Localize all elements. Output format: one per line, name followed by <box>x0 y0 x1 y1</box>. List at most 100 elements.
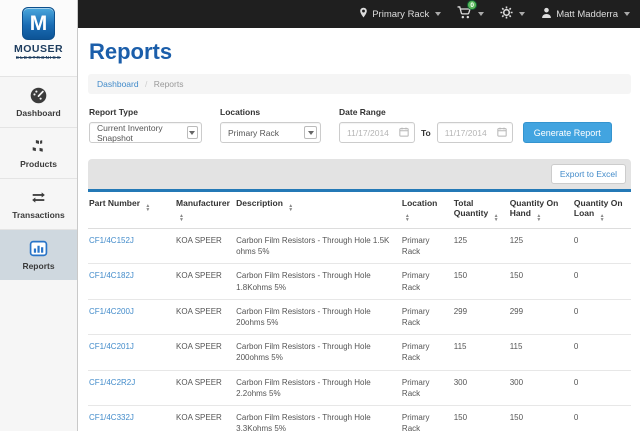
cell-quantity-on-loan: 0 <box>573 335 631 370</box>
user-menu[interactable]: Matt Madderra <box>541 7 630 22</box>
cell-manufacturer: KOA SPEER <box>175 264 235 299</box>
column-header-label: Location <box>402 198 437 208</box>
table-row: CF1/4C2R2JKOA SPEERCarbon Film Resistors… <box>88 370 631 405</box>
column-header[interactable]: Part Number ▲▼ <box>88 192 175 229</box>
chevron-down-icon <box>187 126 198 139</box>
settings-dropdown[interactable] <box>500 6 525 22</box>
part-number-link[interactable]: CF1/4C201J <box>89 342 134 351</box>
location-dropdown[interactable]: Primary Rack <box>359 7 441 22</box>
cell-manufacturer: KOA SPEER <box>175 405 235 431</box>
sort-icon[interactable]: ▲▼ <box>405 214 410 222</box>
cell-description: Carbon Film Resistors - Through Hole 20o… <box>235 299 401 334</box>
sort-icon[interactable]: ▲▼ <box>536 214 541 222</box>
date-range-to-label: To <box>421 128 431 138</box>
export-to-excel-button[interactable]: Export to Excel <box>551 164 626 184</box>
cell-part-number: CF1/4C152J <box>88 229 175 264</box>
column-header[interactable]: Quantity On Hand ▲▼ <box>509 192 573 229</box>
part-number-link[interactable]: CF1/4C332J <box>89 413 134 422</box>
column-header[interactable]: Manufacturer ▲▼ <box>175 192 235 229</box>
sidebar-nav: Dashboard Products <box>0 76 77 280</box>
cell-manufacturer: KOA SPEER <box>175 335 235 370</box>
location-pin-icon <box>359 7 368 22</box>
cell-quantity-on-hand: 300 <box>509 370 573 405</box>
table-row: CF1/4C200JKOA SPEERCarbon Film Resistors… <box>88 299 631 334</box>
part-number-link[interactable]: CF1/4C2R2J <box>89 378 135 387</box>
sidebar-item-products[interactable]: Products <box>0 127 77 178</box>
generate-report-button[interactable]: Generate Report <box>523 122 612 143</box>
location-label: Primary Rack <box>372 9 429 20</box>
sort-icon[interactable]: ▲▼ <box>179 214 184 222</box>
main-content: Reports Dashboard / Reports Report Type … <box>79 28 640 431</box>
report-results-panel: Export to Excel Part Number ▲▼Manufactur… <box>88 159 631 431</box>
column-header[interactable]: Location ▲▼ <box>401 192 453 229</box>
cell-location: Primary Rack <box>401 264 453 299</box>
sort-icon[interactable]: ▲▼ <box>494 214 499 222</box>
cell-quantity-on-loan: 0 <box>573 299 631 334</box>
locations-group: Locations Primary Rack <box>220 107 321 143</box>
mouser-logo[interactable]: M MOUSER ELECTRONICS <box>0 0 77 76</box>
date-from-input[interactable]: 11/17/2014 <box>339 122 415 143</box>
column-header-label: Part Number <box>89 198 140 208</box>
table-row: CF1/4C152JKOA SPEERCarbon Film Resistors… <box>88 229 631 264</box>
calendar-icon <box>399 127 409 139</box>
cart-dropdown[interactable]: 0 <box>457 6 484 22</box>
breadcrumb: Dashboard / Reports <box>88 74 631 94</box>
sidebar-item-transactions[interactable]: Transactions <box>0 178 77 229</box>
cart-count-badge: 0 <box>467 0 477 10</box>
sort-icon[interactable]: ▲▼ <box>145 204 150 212</box>
table-row: CF1/4C182J KOA SPEERCarbon Film Resistors… <box>88 264 631 299</box>
table-row: CF1/4C332JKOA SPEERCarbon Film Resistors… <box>88 405 631 431</box>
chevron-down-icon <box>304 126 317 139</box>
column-header-label: Manufacturer <box>176 198 230 208</box>
date-to-input[interactable]: 11/17/2014 <box>437 122 513 143</box>
cell-location: Primary Rack <box>401 370 453 405</box>
chevron-down-icon <box>435 12 441 16</box>
sidebar-item-label: Products <box>0 159 77 169</box>
cell-manufacturer: KOA SPEER <box>175 229 235 264</box>
gear-icon <box>500 6 513 22</box>
sort-icon[interactable]: ▲▼ <box>288 204 293 212</box>
cell-quantity-on-hand: 115 <box>509 335 573 370</box>
column-header-label: Quantity On Loan <box>574 198 623 218</box>
date-from-value: 11/17/2014 <box>347 128 389 138</box>
cell-description: Carbon Film Resistors - Through Hole 1.8… <box>235 264 401 299</box>
part-number-link[interactable]: CF1/4C152J <box>89 236 134 245</box>
part-number-link[interactable]: CF1/4C182J <box>89 271 134 280</box>
breadcrumb-dashboard-link[interactable]: Dashboard <box>97 79 139 89</box>
chevron-down-icon <box>624 12 630 16</box>
column-header[interactable]: Description ▲▼ <box>235 192 401 229</box>
column-header[interactable]: Total Quantity ▲▼ <box>453 192 509 229</box>
sidebar-item-dashboard[interactable]: Dashboard <box>0 76 77 127</box>
sort-icon[interactable]: ▲▼ <box>600 214 605 222</box>
cell-part-number: CF1/4C2R2J <box>88 370 175 405</box>
bar-chart-icon <box>0 239 77 259</box>
transfer-arrows-icon <box>0 188 77 208</box>
cell-quantity-on-loan: 0 <box>573 405 631 431</box>
date-to-value: 11/17/2014 <box>445 128 487 138</box>
report-type-select[interactable]: Current Inventory Snapshot <box>89 122 202 143</box>
cell-part-number: CF1/4C332J <box>88 405 175 431</box>
mouser-logo-mark: M <box>22 7 55 40</box>
sidebar-item-reports[interactable]: Reports <box>0 229 77 280</box>
cell-total-quantity: 300 <box>453 370 509 405</box>
cell-total-quantity: 125 <box>453 229 509 264</box>
column-header[interactable]: Quantity On Loan ▲▼ <box>573 192 631 229</box>
cell-quantity-on-hand: 125 <box>509 229 573 264</box>
cell-manufacturer: KOA SPEER <box>175 370 235 405</box>
cell-part-number: CF1/4C201J <box>88 335 175 370</box>
date-range-label: Date Range <box>339 107 612 117</box>
locations-value: Primary Rack <box>228 128 279 138</box>
topbar: Primary Rack 0 <box>78 0 640 28</box>
cell-total-quantity: 299 <box>453 299 509 334</box>
breadcrumb-separator: / <box>145 79 147 89</box>
breadcrumb-current: Reports <box>154 79 184 89</box>
table-row: CF1/4C201JKOA SPEERCarbon Film Resistors… <box>88 335 631 370</box>
table-body: CF1/4C152JKOA SPEERCarbon Film Resistors… <box>88 229 631 431</box>
chevron-down-icon <box>519 12 525 16</box>
part-number-link[interactable]: CF1/4C200J <box>89 307 134 316</box>
sidebar: M MOUSER ELECTRONICS Dashboard <box>0 0 78 431</box>
locations-select[interactable]: Primary Rack <box>220 122 321 143</box>
column-header-label: Total Quantity <box>454 198 488 218</box>
brand-name: MOUSER <box>0 43 77 55</box>
cell-location: Primary Rack <box>401 405 453 431</box>
